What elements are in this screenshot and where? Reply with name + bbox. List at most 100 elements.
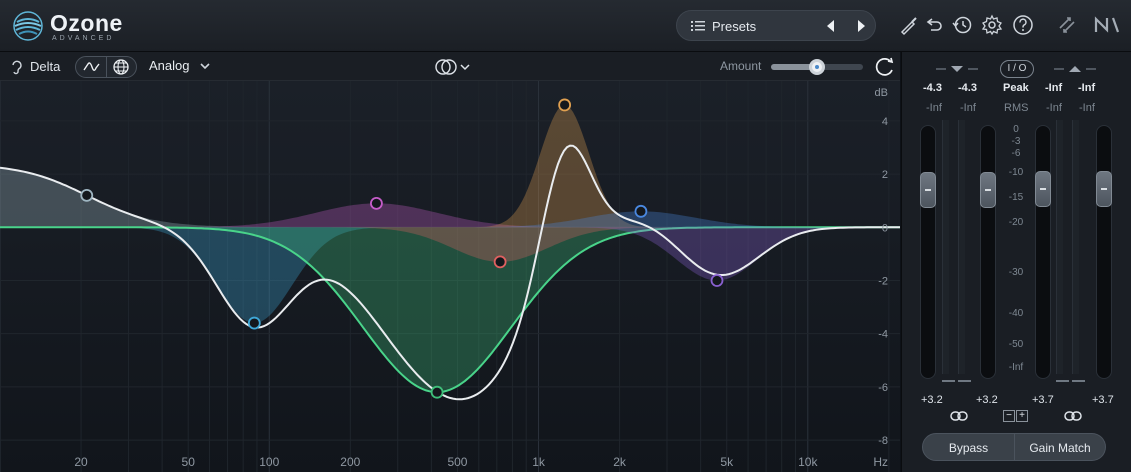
band-node-3[interactable] bbox=[370, 196, 383, 210]
curve-mode-button[interactable] bbox=[76, 57, 107, 77]
presets-label: Presets bbox=[712, 19, 757, 34]
output-gain-fader-right[interactable] bbox=[1096, 125, 1112, 379]
output-rms-left: -Inf bbox=[1046, 102, 1062, 114]
input-gain-right: +3.2 bbox=[976, 394, 998, 406]
stereo-mode-icon[interactable] bbox=[434, 57, 472, 77]
band-node-5[interactable] bbox=[493, 255, 507, 269]
io-button[interactable]: I / O bbox=[1000, 60, 1034, 78]
history-icon[interactable] bbox=[951, 14, 973, 36]
meter-scale-label: -50 bbox=[1008, 339, 1024, 350]
input-meter-right bbox=[958, 120, 965, 374]
input-gain-fader-left[interactable] bbox=[920, 125, 936, 379]
band-node-1[interactable] bbox=[80, 188, 94, 202]
freq-tick-label: 100 bbox=[259, 455, 279, 469]
ozone-logo: Ozone ADVANCED bbox=[12, 7, 172, 45]
band-node-2[interactable] bbox=[247, 316, 261, 330]
input-rms-left: -Inf bbox=[926, 102, 942, 114]
freq-tick-label: 50 bbox=[182, 455, 196, 469]
learn-icon[interactable] bbox=[874, 56, 896, 78]
gain-plus-button[interactable]: + bbox=[1016, 410, 1028, 422]
output-fader-knob-left[interactable] bbox=[1035, 171, 1051, 207]
undo-icon[interactable] bbox=[923, 14, 945, 36]
input-gain-fader-right[interactable] bbox=[980, 125, 996, 379]
freq-tick-label: 10k bbox=[798, 455, 818, 469]
output-peak-left: -Inf bbox=[1045, 82, 1063, 94]
output-gain-right: +3.7 bbox=[1092, 394, 1114, 406]
db-tick-label: -2 bbox=[878, 275, 888, 287]
gear-icon[interactable] bbox=[981, 14, 1003, 36]
freq-tick-label: 200 bbox=[340, 455, 360, 469]
bypass-button[interactable]: Bypass bbox=[922, 433, 1015, 461]
band-node-4[interactable] bbox=[430, 385, 444, 399]
freq-tick-label: 500 bbox=[447, 455, 467, 469]
meter-scale-label: -15 bbox=[1008, 192, 1024, 203]
freq-tick-label: 1k bbox=[532, 455, 546, 469]
swap-icon[interactable] bbox=[1056, 14, 1078, 36]
input-peak-right: -4.3 bbox=[958, 82, 977, 94]
view-mode-toggle[interactable] bbox=[75, 56, 137, 78]
peak-label[interactable]: Peak bbox=[1003, 82, 1029, 94]
input-fader-knob-left[interactable] bbox=[920, 172, 936, 208]
input-gain-left: +3.2 bbox=[921, 394, 943, 406]
freq-tick-label: 5k bbox=[720, 455, 734, 469]
brush-icon[interactable] bbox=[898, 14, 920, 36]
db-tick-label: -8 bbox=[878, 435, 888, 447]
output-peak-marker-left bbox=[1056, 380, 1069, 382]
preset-next-button[interactable] bbox=[853, 18, 869, 34]
output-peak-right: -Inf bbox=[1078, 82, 1096, 94]
delta-label: Delta bbox=[30, 59, 61, 74]
input-fader-knob-right[interactable] bbox=[980, 172, 996, 208]
eq-graph[interactable]: dB Hz 4 2 0 -2 -4 -6 -8 20 50 100 200 500 1k 2k 5k 10k bbox=[0, 81, 900, 472]
list-icon bbox=[691, 21, 705, 31]
db-tick-label: -6 bbox=[878, 382, 888, 394]
rms-label[interactable]: RMS bbox=[1004, 102, 1028, 114]
meter-scale-label: -3 bbox=[1011, 136, 1021, 147]
meter-scale-label: -10 bbox=[1008, 167, 1024, 178]
curve-mode-icon bbox=[83, 62, 100, 71]
meter-scale-label: -6 bbox=[1011, 148, 1021, 159]
band-node-6[interactable] bbox=[558, 98, 572, 112]
presets-bar[interactable]: Presets bbox=[676, 10, 876, 41]
amount-slider[interactable] bbox=[771, 59, 863, 75]
band-node-7[interactable] bbox=[634, 204, 648, 218]
header-bar: Ozone ADVANCED Presets bbox=[0, 0, 1131, 52]
gain-match-button[interactable]: Gain Match bbox=[1015, 433, 1106, 461]
band-node-8[interactable] bbox=[710, 274, 724, 287]
output-link-icon[interactable] bbox=[1064, 410, 1082, 422]
amount-label: Amount bbox=[720, 59, 762, 73]
globe-mode-button[interactable] bbox=[107, 57, 138, 77]
freq-tick-label: 2k bbox=[613, 455, 627, 469]
globe-icon bbox=[113, 59, 129, 75]
output-fader-knob-right[interactable] bbox=[1096, 171, 1112, 207]
io-meters-panel: I / O -4.3 -4.3 -Inf -Inf Peak RMS -Inf … bbox=[901, 52, 1131, 472]
db-tick-label: 4 bbox=[882, 116, 888, 128]
input-meter-arrow-icon bbox=[936, 66, 978, 72]
db-tick-label: -4 bbox=[878, 329, 888, 341]
input-peak-marker-right bbox=[958, 380, 971, 382]
gain-minus-button[interactable]: − bbox=[1003, 410, 1015, 422]
mode-select[interactable]: Analog bbox=[149, 58, 189, 73]
ni-logo-icon bbox=[1094, 16, 1120, 33]
ozone-logo-icon bbox=[13, 11, 43, 41]
output-meter-left bbox=[1056, 120, 1063, 374]
preset-prev-button[interactable] bbox=[823, 18, 839, 34]
output-gain-fader-left[interactable] bbox=[1035, 125, 1051, 379]
output-meter-arrow-icon bbox=[1054, 66, 1096, 72]
db-tick-label: 0 bbox=[882, 222, 888, 234]
chevron-down-icon[interactable] bbox=[199, 61, 211, 71]
amount-slider-thumb[interactable] bbox=[809, 59, 825, 75]
meter-scale-label: -40 bbox=[1008, 308, 1024, 319]
hz-unit-label: Hz bbox=[873, 455, 888, 469]
output-meter-right bbox=[1072, 120, 1079, 374]
freq-tick-label: 20 bbox=[74, 455, 88, 469]
db-unit-label: dB bbox=[875, 87, 888, 99]
eq-toolbar: Delta Analog Amount bbox=[0, 52, 900, 81]
input-meter-left bbox=[942, 120, 949, 374]
help-icon[interactable] bbox=[1012, 14, 1034, 36]
meter-scale-label: -30 bbox=[1008, 267, 1024, 278]
input-link-icon[interactable] bbox=[950, 410, 968, 422]
input-peak-left: -4.3 bbox=[923, 82, 942, 94]
brand-subtitle: ADVANCED bbox=[52, 35, 115, 42]
eq-graph-canvas[interactable]: dB Hz 420-2-4-6-820 50 100 200 500 1k 2k 5k 10k bbox=[0, 81, 900, 472]
meter-scale-label: 0 bbox=[1013, 124, 1019, 135]
